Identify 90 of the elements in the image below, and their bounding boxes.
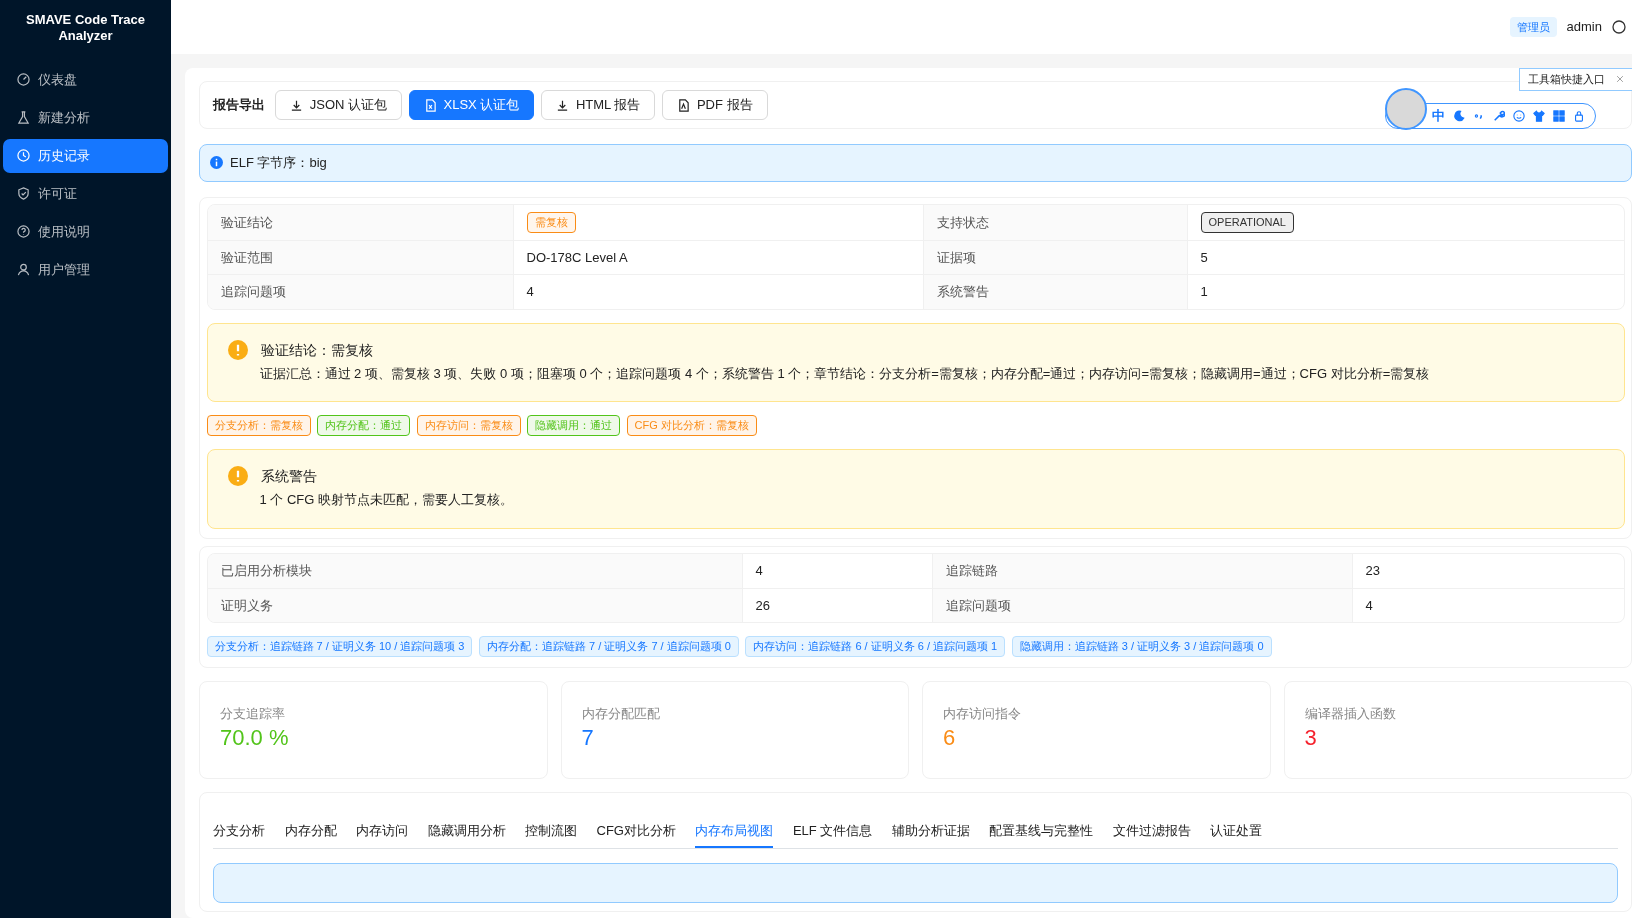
download-icon — [555, 98, 569, 112]
table-value: 5 — [1199, 248, 1209, 267]
status-tag: OPERATIONAL — [1200, 212, 1294, 233]
alert-text: 证据汇总：通过 2 项、需复核 3 项、失败 0 项；阻塞项 0 个；追踪问题项 4 个；系统警告 1 个；章节结论：分支分析=需复核；内存分配=通过；内存访问=需复核；隐藏调用=通过；CFG 对比分析=需复核 — [258, 364, 1431, 383]
tab[interactable]: 控制流图 — [525, 814, 577, 848]
table-label: 系统警告 — [923, 275, 1188, 309]
module-tag: 内存分配：追踪链路 7 / 证明义务 7 / 追踪问题项 0 — [479, 636, 739, 657]
info-icon — [210, 156, 223, 170]
module-tag: 内存访问：追踪链路 6 / 证明义务 6 / 追踪问题项 1 — [745, 636, 1006, 657]
sidebar-item[interactable]: 新建分析 — [3, 100, 168, 135]
sidebar-item[interactable]: 用户管理 — [3, 252, 168, 287]
table-value: 4 — [1364, 596, 1374, 615]
tab[interactable]: 分支分析 — [213, 814, 265, 848]
export-button[interactable]: JSON 认证包 — [274, 90, 403, 120]
app-title: SMAVE Code Trace Analyzer — [25, 11, 146, 46]
sidebar-item[interactable]: 许可证 — [3, 176, 168, 211]
table-value: 23 — [1364, 562, 1381, 581]
tab[interactable]: 文件过滤报告 — [1112, 814, 1191, 848]
role-tag: 管理员 — [1509, 16, 1557, 38]
stat-value: 3 — [1304, 724, 1318, 752]
stat-value: 7 — [581, 724, 595, 752]
table-label: 验证范围 — [207, 240, 514, 274]
stat-label: 编译器插入函数 — [1304, 704, 1397, 723]
table-label: 追踪问题项 — [207, 275, 514, 309]
alert-title: 验证结论：需复核 — [260, 340, 373, 360]
status-tag: 内存访问：需复核 — [416, 415, 521, 436]
tab[interactable]: ELF 文件信息 — [792, 814, 873, 848]
alert-text: ELF 字节序：big — [230, 154, 327, 172]
table-value: 4 — [742, 554, 933, 588]
export-button[interactable]: PDF 报告 — [661, 90, 768, 120]
smiley-icon[interactable] — [1513, 110, 1525, 122]
tab[interactable]: 隐藏调用分析 — [427, 814, 506, 848]
warning-icon — [227, 466, 248, 487]
table-value: 1 — [1199, 283, 1209, 301]
tab[interactable]: 辅助分析证据 — [891, 814, 970, 848]
language-toggle[interactable]: 中 — [1432, 106, 1445, 126]
spreadsheet-icon — [423, 98, 437, 112]
clock-icon — [17, 149, 30, 162]
stat-value: 6 — [943, 724, 957, 752]
table-label: 证据项 — [923, 240, 1188, 274]
export-label: 报告导出 — [213, 96, 265, 115]
status-tag: 隐藏调用：通过 — [527, 415, 620, 436]
status-tag: 分支分析：需复核 — [206, 415, 311, 436]
sidebar-item[interactable]: 使用说明 — [3, 214, 168, 249]
alert-text: 1 个 CFG 映射节点未匹配，需要人工复核。 — [258, 491, 514, 509]
table-value: DO-178C Level A — [513, 240, 924, 274]
users-icon — [17, 263, 30, 276]
table-label: 追踪链路 — [932, 554, 1353, 588]
table-label: 已启用分析模块 — [207, 554, 743, 588]
table-label: 追踪问题项 — [932, 588, 1353, 623]
stat-label: 内存访问指令 — [943, 704, 1022, 723]
stat-value: 70.0 % — [220, 724, 290, 752]
module-tag: 分支分析：追踪链路 7 / 证明义务 10 / 追踪问题项 3 — [206, 636, 473, 657]
table-value: 26 — [742, 588, 933, 623]
tooltip-text: 工具箱快捷入口 — [1528, 72, 1605, 87]
shirt-icon[interactable] — [1533, 110, 1545, 122]
tab[interactable]: 内存布局视图 — [695, 814, 774, 848]
stat-label: 内存分配匹配 — [581, 704, 661, 723]
moon-icon[interactable] — [1453, 110, 1465, 122]
export-button[interactable]: HTML 报告 — [540, 90, 656, 120]
table-value: 4 — [513, 275, 924, 309]
stat-label: 分支追踪率 — [220, 704, 286, 723]
status-tag: 需复核 — [526, 212, 576, 233]
pdf-file-icon — [676, 98, 690, 112]
status-tag: 内存分配：通过 — [317, 415, 410, 436]
sidebar-item[interactable]: 历史记录 — [3, 138, 168, 173]
export-button[interactable]: XLSX 认证包 — [408, 90, 535, 120]
close-icon[interactable] — [1615, 74, 1625, 85]
status-tag: CFG 对比分析：需复核 — [626, 415, 757, 436]
download-icon — [289, 98, 303, 112]
module-tag: 隐藏调用：追踪链路 3 / 证明义务 3 / 追踪问题项 0 — [1011, 636, 1272, 657]
shield-icon — [17, 187, 30, 200]
question-icon — [17, 225, 30, 238]
tab[interactable]: 内存访问 — [356, 814, 408, 848]
warning-icon — [227, 340, 248, 360]
alert-title: 系统警告 — [260, 466, 317, 486]
tab[interactable]: 内存分配 — [284, 814, 337, 848]
tab[interactable]: 配置基线与完整性 — [989, 814, 1094, 848]
table-label: 证明义务 — [207, 588, 743, 623]
user-name[interactable]: admin — [1566, 17, 1602, 37]
tab[interactable]: 认证处置 — [1210, 814, 1263, 848]
tab[interactable]: CFG对比分析 — [596, 814, 676, 848]
user-icon[interactable] — [1612, 20, 1626, 34]
table-label: 支持状态 — [923, 205, 1188, 240]
gauge-icon — [17, 73, 30, 86]
sidebar-item[interactable]: 仪表盘 — [3, 62, 168, 97]
table-label: 验证结论 — [207, 205, 514, 240]
lock-icon[interactable] — [1573, 110, 1585, 122]
grid-icon[interactable] — [1553, 110, 1565, 122]
flask-icon — [17, 111, 30, 124]
